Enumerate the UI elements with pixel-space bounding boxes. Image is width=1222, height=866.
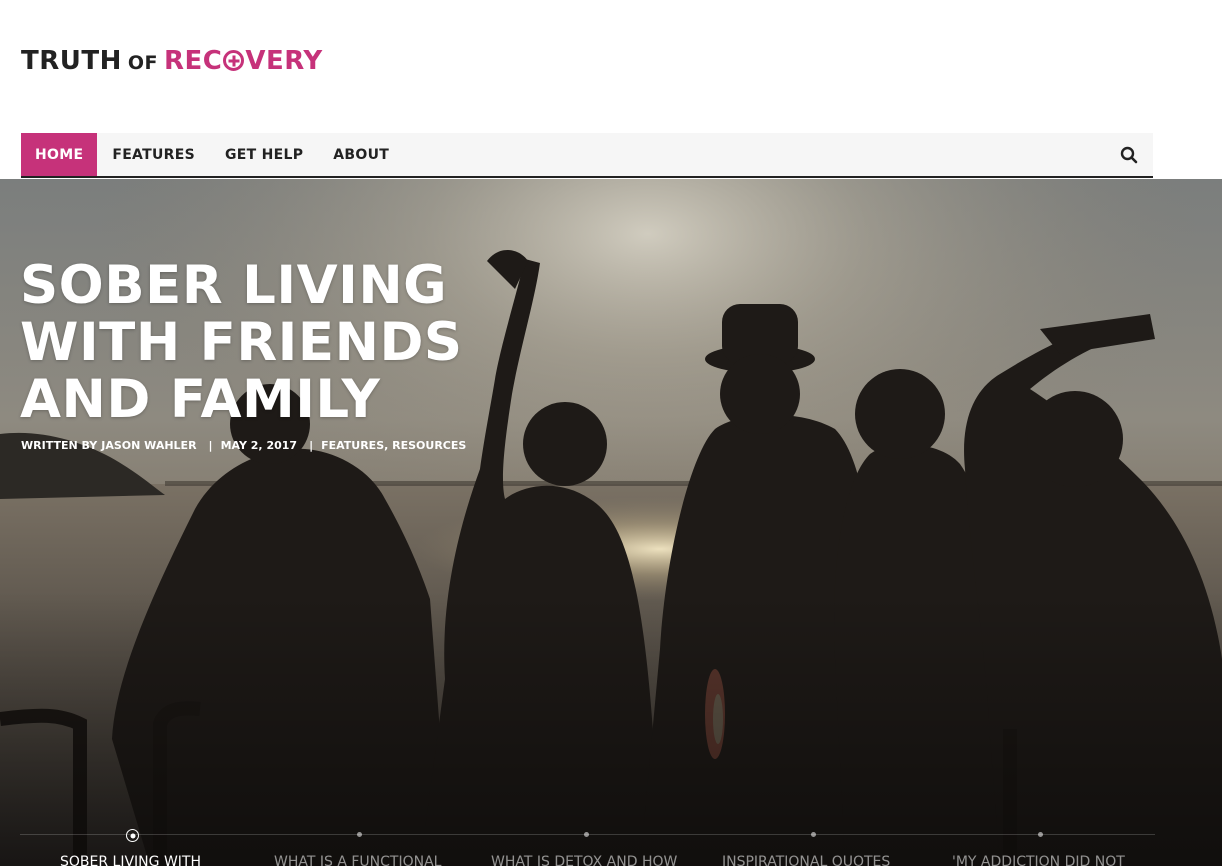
category-link-resources[interactable]: RESOURCES: [392, 439, 466, 452]
slide-title[interactable]: 'MY ADDICTION DID NOT: [952, 854, 1125, 866]
logo-word-recovery-start: REC: [164, 46, 223, 76]
slide-title[interactable]: INSPIRATIONAL QUOTES: [722, 854, 890, 866]
slider-dot[interactable]: [357, 832, 362, 837]
medical-cross-icon: [223, 50, 245, 71]
meta-separator: |: [208, 439, 213, 452]
site-logo[interactable]: TRUTH OF REC VERY: [21, 46, 323, 80]
category-link-features[interactable]: FEATURES: [321, 439, 384, 452]
logo-word-of: OF: [127, 52, 159, 74]
search-button[interactable]: [1105, 133, 1153, 176]
slide-title[interactable]: SOBER LIVING WITH: [60, 854, 201, 866]
slide-title[interactable]: WHAT IS DETOX AND HOW: [491, 854, 677, 866]
author-prefix: WRITTEN BY: [21, 439, 98, 452]
slider-dot[interactable]: [584, 832, 589, 837]
hero-title[interactable]: SOBER LIVING WITH FRIENDS AND FAMILY: [20, 257, 540, 428]
slide-title[interactable]: WHAT IS A FUNCTIONAL: [274, 854, 441, 866]
nav-item-about[interactable]: ABOUT: [318, 133, 404, 176]
nav-item-get-help[interactable]: GET HELP: [210, 133, 318, 176]
slider-dot[interactable]: [1038, 832, 1043, 837]
search-icon: [1120, 146, 1138, 163]
nav-item-home[interactable]: HOME: [21, 133, 98, 176]
post-date: MAY 2, 2017: [220, 439, 298, 452]
category-comma: ,: [384, 439, 393, 452]
logo-word-recovery-end: VERY: [245, 46, 323, 76]
slider-dot[interactable]: [811, 832, 816, 837]
meta-separator: |: [309, 439, 314, 452]
logo-word-truth: TRUTH: [21, 46, 122, 76]
nav-item-features[interactable]: FEATURES: [97, 133, 210, 176]
hero-slider: SOBER LIVING WITH FRIENDS AND FAMILY WRI…: [0, 179, 1222, 866]
author-link[interactable]: JASON WAHLER: [101, 439, 196, 452]
slider-dot-active[interactable]: [126, 829, 139, 842]
post-meta: WRITTEN BY JASON WAHLER | MAY 2, 2017 | …: [21, 439, 466, 452]
main-nav: HOME FEATURES GET HELP ABOUT: [21, 133, 1153, 178]
logo-word-recovery: REC VERY: [164, 46, 323, 76]
